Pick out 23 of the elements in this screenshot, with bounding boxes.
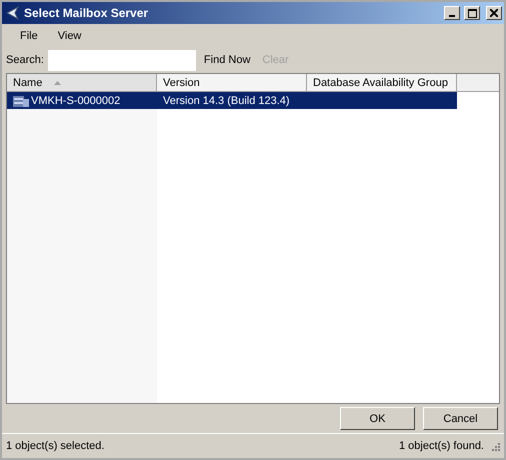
maximize-button[interactable] (464, 6, 480, 20)
column-header[interactable]: Name (7, 74, 157, 91)
sort-arrow-icon (54, 80, 62, 84)
server-row[interactable]: VMKH-S-0000002 Version 14.3 (Build 123.4) (7, 92, 457, 109)
minimize-button[interactable] (444, 6, 460, 20)
menu-item[interactable]: File (10, 30, 48, 42)
search-field[interactable] (48, 50, 196, 70)
ok-button[interactable]: OK (340, 407, 415, 430)
column-header[interactable]: Database Availability Group (307, 74, 457, 91)
table-cell: VMKH-S-0000002 (31, 94, 120, 106)
cancel-button[interactable]: Cancel (423, 407, 498, 430)
maximize-icon (468, 8, 476, 18)
close-icon (490, 9, 498, 17)
close-button[interactable] (486, 6, 502, 20)
resize-grip-icon (490, 441, 500, 451)
search-label: Search: (6, 54, 44, 66)
find-now-link[interactable]: Find Now (200, 54, 254, 66)
column-header[interactable]: Version (157, 74, 307, 91)
table-cell: Version 14.3 (Build 123.4) (163, 94, 290, 106)
status-text: 1 object(s) found. (399, 440, 484, 452)
status-text: 1 object(s) selected. (6, 440, 104, 452)
window-title: Select Mailbox Server (24, 6, 150, 20)
menu-item[interactable]: View (48, 30, 92, 42)
